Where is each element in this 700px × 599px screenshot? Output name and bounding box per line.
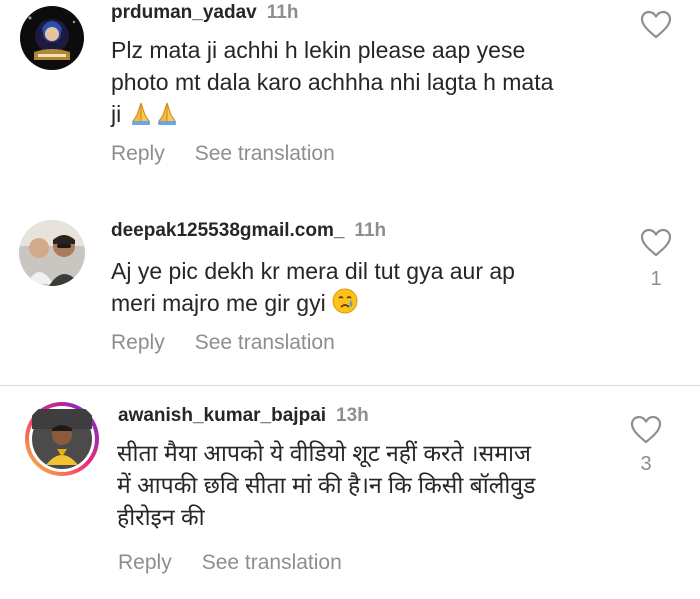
- reply-button[interactable]: Reply: [118, 551, 172, 575]
- comment-header: awanish_kumar_bajpai 13h: [118, 405, 369, 427]
- see-translation-button[interactable]: See translation: [202, 551, 342, 575]
- comment-line: Plz mata ji achhi h lekin please aap yes…: [111, 37, 526, 63]
- comment-text: सीता मैया आपको ये वीडियो शूट नहीं करते ।…: [117, 437, 535, 533]
- like-count: 1: [650, 268, 662, 290]
- avatar[interactable]: [20, 6, 84, 70]
- see-translation-button[interactable]: See translation: [195, 331, 335, 355]
- comment-actions: Reply See translation: [118, 551, 342, 575]
- crying-face-icon: [332, 288, 358, 322]
- like-heart-icon[interactable]: [640, 10, 672, 45]
- comment-text: Plz mata ji achhi h lekin please aap yes…: [111, 34, 553, 133]
- username[interactable]: deepak125538gmail.com_: [111, 220, 344, 241]
- comment-actions: Reply See translation: [111, 331, 335, 355]
- comment-actions: Reply See translation: [111, 142, 335, 166]
- reply-button[interactable]: Reply: [111, 331, 165, 355]
- comment-line: सीता मैया आपको ये वीडियो शूट नहीं करते ।…: [117, 440, 531, 466]
- comment-text: Aj ye pic dekh kr mera dil tut gya aur a…: [111, 255, 515, 322]
- comment-line: Aj ye pic dekh kr mera dil tut gya aur a…: [111, 258, 515, 284]
- like-count: 3: [640, 453, 652, 475]
- avatar-image: [19, 220, 85, 286]
- see-translation-button[interactable]: See translation: [195, 142, 335, 166]
- comment-line: ji: [111, 98, 553, 133]
- comment-line: में आपकी छवि सीता मां की है।न कि किसी बॉ…: [117, 472, 536, 498]
- username[interactable]: prduman_yadav: [111, 2, 257, 23]
- comment-header: prduman_yadav 11h: [111, 2, 298, 24]
- username[interactable]: awanish_kumar_bajpai: [118, 405, 326, 426]
- timestamp: 11h: [354, 220, 387, 241]
- reply-button[interactable]: Reply: [111, 142, 165, 166]
- comment-item: awanish_kumar_bajpai 13h सीता मैया आपको य…: [0, 386, 700, 599]
- like-heart-icon[interactable]: [640, 228, 672, 263]
- avatar-story-ring[interactable]: [24, 401, 100, 477]
- like-heart-icon[interactable]: [630, 415, 662, 450]
- comment-line: photo mt dala karo achhha nhi lagta h ma…: [111, 69, 554, 95]
- avatar[interactable]: [19, 220, 85, 286]
- avatar-image: [20, 6, 84, 70]
- timestamp: 11h: [266, 2, 299, 23]
- comment-item: deepak125538gmail.com_ 11h Aj ye pic dekh…: [0, 180, 700, 385]
- folded-hands-icon: [154, 101, 180, 133]
- timestamp: 13h: [336, 405, 369, 426]
- comment-header: deepak125538gmail.com_ 11h: [111, 220, 386, 242]
- comment-item: prduman_yadav 11h Plz mata ji achhi h lek…: [0, 0, 700, 180]
- comment-line: हीरोइन की: [117, 504, 205, 530]
- folded-hands-icon: [128, 101, 154, 133]
- avatar-image: [25, 402, 99, 476]
- comment-line: meri majro me gir gyi: [111, 287, 515, 322]
